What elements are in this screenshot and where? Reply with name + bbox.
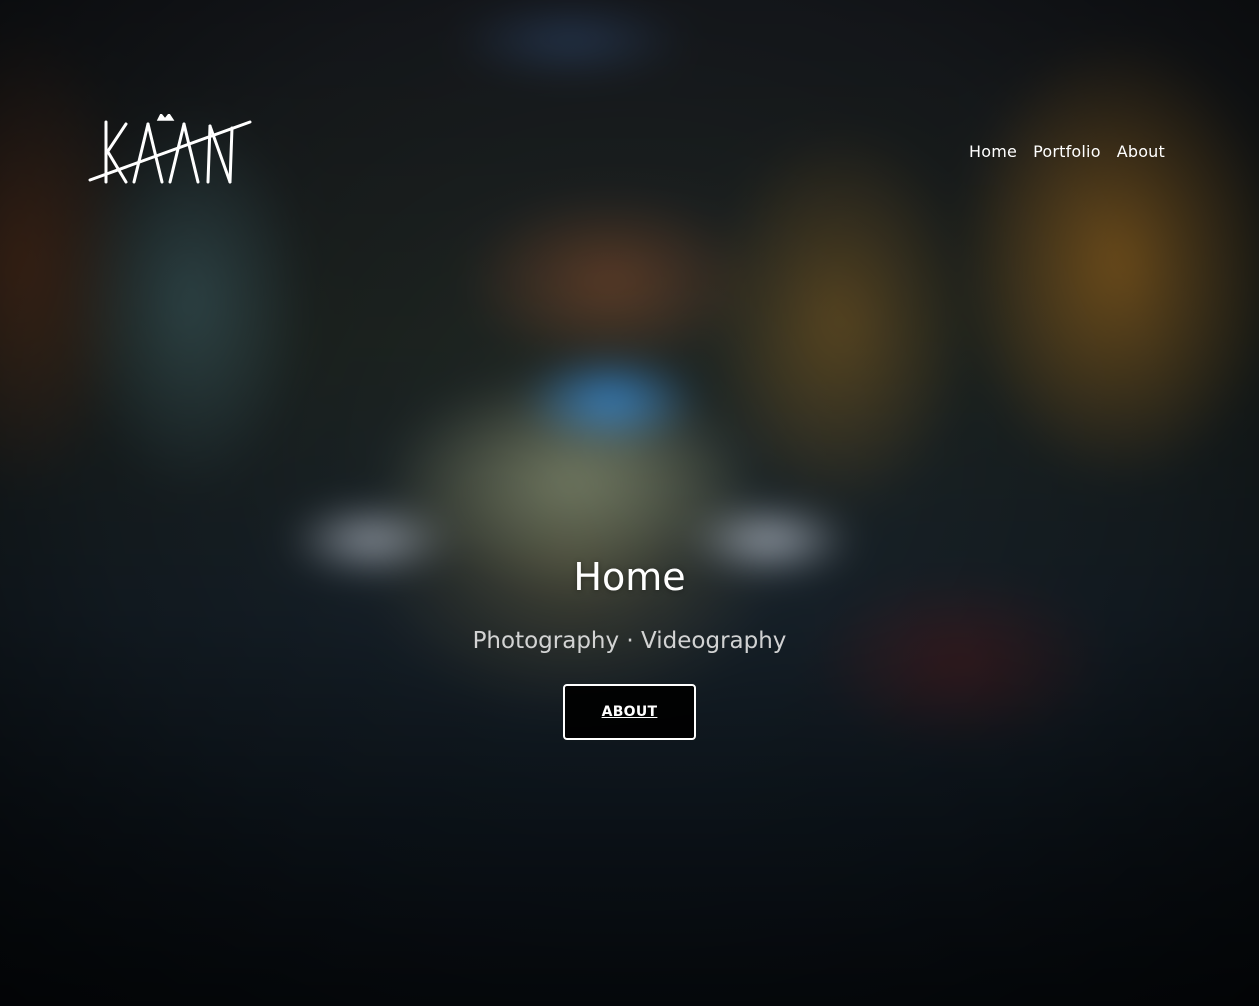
page-subtitle: Photography · Videography bbox=[472, 628, 787, 654]
page-title: Home bbox=[573, 555, 686, 599]
nav-home[interactable]: Home bbox=[969, 142, 1017, 161]
about-button[interactable]: ABOUT bbox=[563, 684, 696, 740]
hero-section: Home Portfolio About Home Photography · … bbox=[0, 0, 1259, 1006]
main-nav: Home Portfolio About bbox=[969, 142, 1165, 161]
kaan-logo-icon bbox=[88, 112, 252, 184]
hero-content: Home Photography · Videography ABOUT bbox=[0, 554, 1259, 740]
site-logo[interactable] bbox=[86, 112, 254, 190]
nav-portfolio[interactable]: Portfolio bbox=[1033, 142, 1101, 161]
nav-about[interactable]: About bbox=[1117, 142, 1165, 161]
